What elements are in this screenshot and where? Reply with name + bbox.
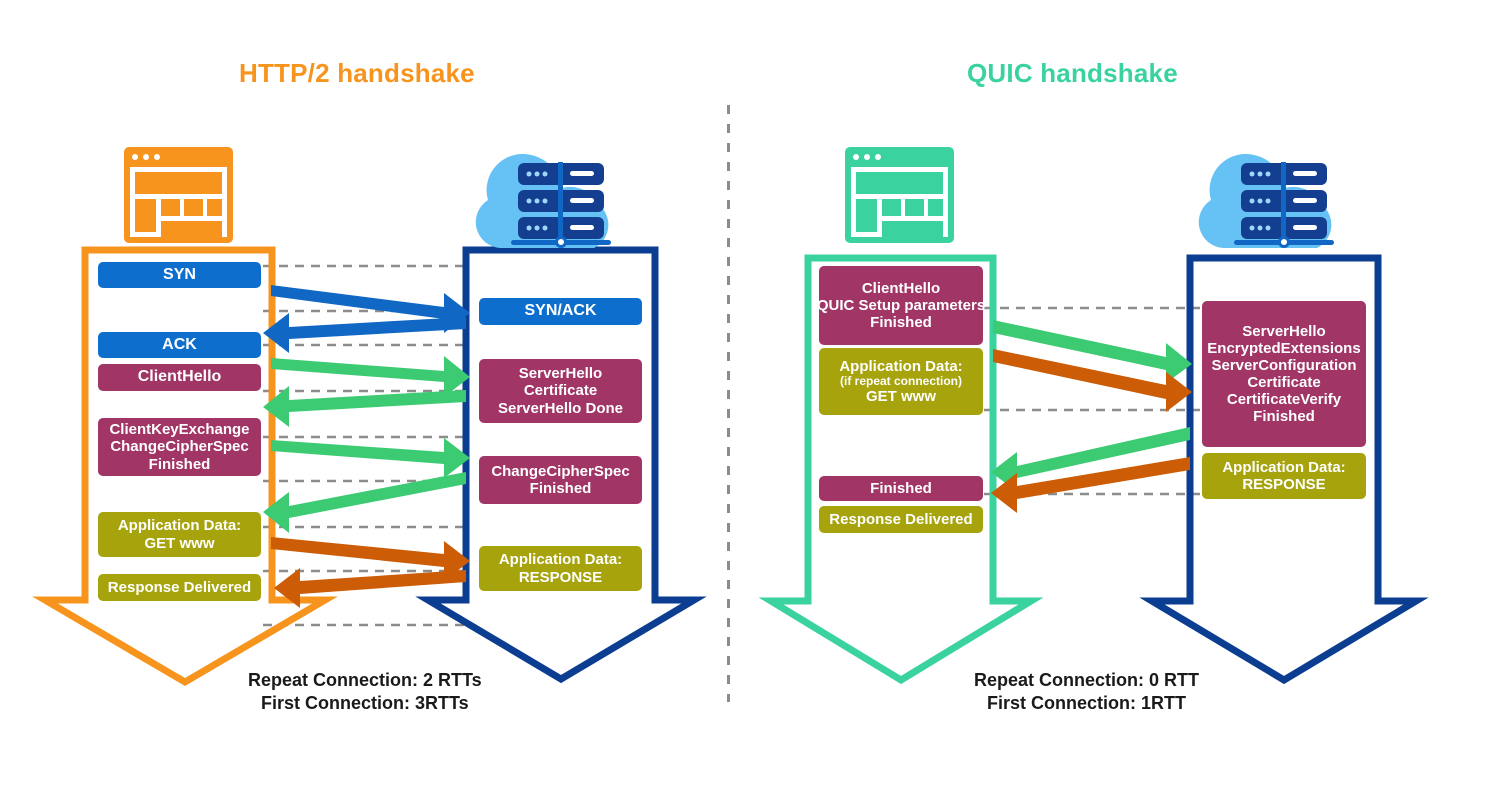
quic-guide-lines: [984, 306, 1200, 496]
caption-quic: Repeat Connection: 0 RTT First Connectio…: [974, 669, 1199, 716]
arrow-h2-response: [274, 568, 466, 608]
message-box-h2-client-clienthello: ClientHello: [98, 364, 261, 391]
panel-title-quic: QUIC handshake: [967, 58, 1178, 88]
message-box-h2-server-changecipherspec: ChangeCipherSpec Finished: [479, 456, 642, 504]
arrow-h2-clienthello: [271, 356, 470, 397]
msg-line: Certificate: [523, 382, 598, 400]
msg-line: ChangeCipherSpec: [110, 438, 249, 456]
message-box-quic-server-serverhello: ServerHello EncryptedExtensions ServerCo…: [1202, 301, 1366, 447]
message-box-quic-server-appdata: Application Data: RESPONSE: [1202, 453, 1366, 499]
arrow-quic-clienthello: [993, 320, 1192, 383]
msg-line: RESPONSE: [518, 568, 603, 586]
arrow-h2-clientkeyexchange: [271, 438, 470, 478]
msg-line: ServerConfiguration: [1211, 356, 1357, 374]
msg-line: Application Data:: [839, 357, 963, 375]
message-box-h2-client-syn: SYN: [98, 262, 261, 288]
arrow-h2-synack: [263, 313, 466, 353]
msg-line: RESPONSE: [1242, 476, 1326, 493]
msg-line-note: (if repeat connection): [839, 373, 962, 388]
quic-client-browser-icon: [845, 147, 954, 243]
message-box-quic-client-response: Response Delivered: [819, 506, 983, 533]
caption-line-first: First Connection: 3RTTs: [261, 693, 469, 714]
msg-line: ClientKeyExchange: [109, 421, 250, 439]
message-box-quic-client-clienthello: ClientHello QUIC Setup parameters Finish…: [816, 266, 986, 345]
message-box-h2-server-serverhello: ServerHello Certificate ServerHello Done: [479, 359, 642, 423]
message-box-h2-client-ack: ACK: [98, 332, 261, 358]
msg-line: Application Data:: [1222, 458, 1346, 476]
msg-line: CertificateVerify: [1226, 391, 1342, 409]
quic-server-cloud-icon: [1198, 153, 1334, 248]
arrow-quic-getwww: [993, 349, 1192, 412]
message-box-h2-client-clientkeyexchange: ClientKeyExchange ChangeCipherSpec Finis…: [98, 418, 261, 476]
msg-line: SYN: [163, 265, 196, 283]
msg-line: Application Data:: [117, 517, 242, 535]
msg-line: Finished: [529, 480, 592, 497]
msg-line: Finished: [870, 314, 932, 332]
msg-line: Finished: [1253, 408, 1315, 426]
quic-flow-arrows: [991, 320, 1192, 513]
msg-line: Certificate: [1247, 374, 1321, 391]
msg-line: EncryptedExtensions: [1207, 339, 1361, 357]
http2-client-browser-icon: [124, 147, 233, 243]
arrow-h2-serverhello: [263, 386, 466, 427]
msg-line: ServerHello: [1242, 322, 1326, 340]
caption-line-repeat: Repeat Connection: 0 RTT: [974, 670, 1200, 690]
http2-flow-arrows: [263, 285, 470, 608]
arrow-h2-getwww: [271, 537, 470, 581]
msg-line: SYN/ACK: [524, 302, 597, 320]
http2-server-cloud-icon: [475, 153, 611, 248]
arrow-h2-changecipherspec: [263, 472, 466, 533]
msg-line: ChangeCipherSpec: [491, 462, 630, 480]
diagram-canvas: .arrowpoly{stroke:none;} .dash{stroke:#8…: [0, 0, 1500, 795]
message-box-h2-server-appdata: Application Data: RESPONSE: [479, 546, 642, 591]
arrow-quic-serverhello: [991, 427, 1190, 492]
caption-line-repeat: Repeat Connection: 2 RTTs: [248, 670, 482, 690]
msg-line: Application Data:: [498, 551, 623, 569]
msg-line: ClientHello: [861, 279, 941, 297]
message-box-h2-client-response: Response Delivered: [98, 574, 261, 601]
msg-line: ACK: [162, 335, 197, 353]
caption-line-first: First Connection: 1RTT: [987, 693, 1186, 714]
message-box-h2-client-appdata: Application Data: GET www: [98, 512, 261, 557]
caption-http2: Repeat Connection: 2 RTTs First Connecti…: [248, 669, 482, 716]
msg-line: QUIC Setup parameters: [816, 296, 986, 314]
http2-guide-lines: [263, 264, 470, 627]
arrow-quic-response: [991, 457, 1190, 513]
message-box-quic-client-appdata: Application Data: (if repeat connection)…: [819, 348, 983, 415]
arrow-h2-syn: [271, 285, 470, 333]
msg-line: Finished: [148, 455, 211, 473]
msg-line: ClientHello: [137, 368, 222, 386]
msg-line: Response Delivered: [829, 510, 973, 528]
panel-title-http2: HTTP/2 handshake: [239, 58, 475, 88]
msg-line: Finished: [870, 479, 932, 497]
msg-line: GET www: [865, 388, 936, 406]
msg-line: GET www: [144, 534, 215, 552]
msg-line: Response Delivered: [107, 578, 252, 596]
msg-line: ServerHello: [518, 365, 603, 383]
message-box-quic-client-finished: Finished: [819, 476, 983, 501]
msg-line: ServerHello Done: [497, 399, 624, 417]
message-box-h2-server-synack: SYN/ACK: [479, 298, 642, 325]
